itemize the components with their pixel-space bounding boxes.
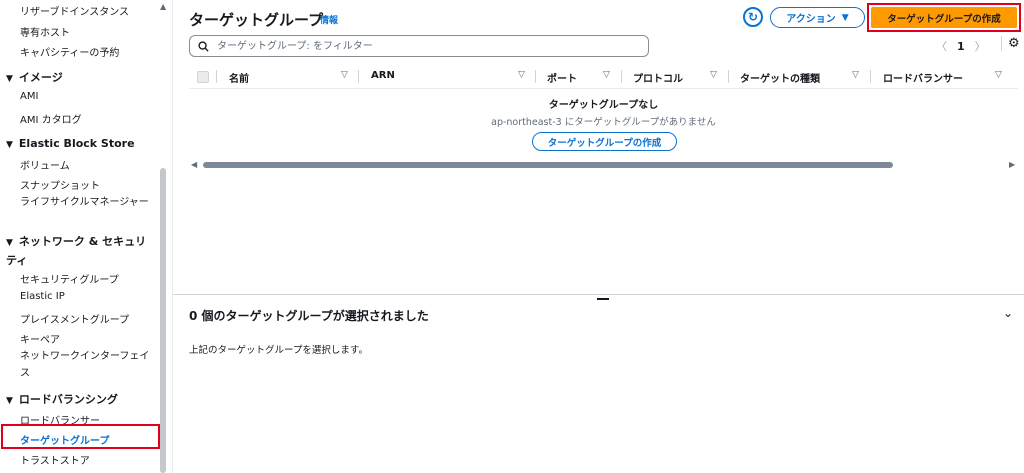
- page-number[interactable]: 1: [957, 40, 965, 53]
- sort-icon[interactable]: ▽: [995, 70, 1002, 80]
- table-header: 名前 ▽ ARN ▽ ポート ▽ プロトコル ▽ ターゲットの種類 ▽ ロードバ…: [189, 66, 1018, 89]
- scroll-up-arrow-icon[interactable]: ▲: [160, 2, 166, 11]
- detail-panel-title: 0 個のターゲットグループが選択されました: [189, 309, 429, 323]
- sidebar-item-lifecycle-manager[interactable]: ライフサイクルマネージャー: [20, 194, 150, 211]
- sort-icon[interactable]: ▽: [603, 70, 610, 80]
- column-header-port[interactable]: ポート: [547, 70, 577, 85]
- column-header-load-balancer[interactable]: ロードバランサー: [883, 70, 963, 85]
- caret-down-icon: ▼: [6, 238, 13, 248]
- column-header-arn[interactable]: ARN: [371, 70, 395, 81]
- split-panel-handle[interactable]: [597, 298, 609, 300]
- empty-create-target-group-button[interactable]: ターゲットグループの作成: [532, 132, 677, 151]
- sort-icon[interactable]: ▽: [341, 70, 348, 80]
- caret-down-icon: ▼: [6, 140, 13, 150]
- sidebar: ▲ リザーブドインスタンス 専有ホスト キャパシティーの予約 ▼ イメージ AMI…: [0, 0, 173, 473]
- caret-down-icon: ▼: [6, 74, 13, 84]
- split-panel-divider: [173, 294, 1024, 295]
- sidebar-item-snapshots[interactable]: スナップショット: [20, 177, 100, 192]
- sidebar-item-reserved-instances[interactable]: リザーブドインスタンス: [20, 3, 129, 18]
- scroll-left-arrow-icon[interactable]: ◀: [191, 160, 197, 169]
- detail-panel-description: 上記のターゲットグループを選択します。: [189, 345, 368, 356]
- sidebar-item-elastic-ip[interactable]: Elastic IP: [20, 291, 65, 302]
- sort-icon[interactable]: ▽: [710, 70, 717, 80]
- column-header-name[interactable]: 名前: [229, 70, 249, 85]
- actions-dropdown[interactable]: アクション ▼: [770, 7, 865, 28]
- sidebar-item-ami[interactable]: AMI: [20, 91, 38, 102]
- refresh-icon: ↻: [747, 10, 759, 24]
- sidebar-item-dedicated-hosts[interactable]: 専有ホスト: [20, 24, 70, 39]
- highlight-box-target-groups: [1, 424, 160, 449]
- search-box: [189, 35, 649, 57]
- sidebar-item-network-interfaces[interactable]: ネットワークインターフェイス: [20, 348, 150, 382]
- page-title: ターゲットグループ: [189, 11, 324, 29]
- select-all-checkbox[interactable]: [197, 71, 209, 83]
- sort-icon[interactable]: ▽: [852, 70, 859, 80]
- sidebar-item-security-groups[interactable]: セキュリティグループ: [20, 271, 119, 286]
- refresh-button[interactable]: ↻: [743, 7, 763, 27]
- horizontal-scrollbar[interactable]: [203, 162, 893, 168]
- sidebar-item-trust-stores[interactable]: トラストストア: [20, 452, 90, 467]
- info-link[interactable]: 情報: [320, 13, 338, 26]
- sidebar-item-capacity-reservations[interactable]: キャパシティーの予約: [20, 44, 119, 59]
- chevron-right-icon[interactable]: 〉: [975, 38, 986, 54]
- pagination: 〈 1 〉: [936, 38, 986, 54]
- column-divider: [870, 70, 871, 83]
- sidebar-section-images[interactable]: ▼ イメージ: [6, 69, 63, 85]
- sidebar-item-volumes[interactable]: ボリューム: [20, 157, 70, 172]
- sidebar-section-ebs[interactable]: ▼ Elastic Block Store: [6, 137, 135, 150]
- highlight-box-create-button: [867, 3, 1021, 32]
- scroll-right-arrow-icon[interactable]: ▶: [1009, 160, 1015, 169]
- column-divider: [728, 70, 729, 83]
- caret-down-icon: ▼: [6, 396, 13, 406]
- column-divider: [621, 70, 622, 83]
- sidebar-item-key-pairs[interactable]: キーペア: [20, 331, 60, 346]
- column-header-target-type[interactable]: ターゲットの種類: [740, 70, 820, 85]
- empty-state-description: ap-northeast-3 にターゲットグループがありません: [491, 117, 716, 128]
- chevron-left-icon[interactable]: 〈: [936, 38, 947, 54]
- caret-down-icon: ▼: [841, 12, 849, 23]
- sort-icon[interactable]: ▽: [518, 70, 525, 80]
- column-divider: [358, 70, 359, 83]
- sidebar-scrollbar[interactable]: [160, 168, 166, 473]
- chevron-down-icon[interactable]: ⌄: [1003, 306, 1013, 320]
- sidebar-item-placement-groups[interactable]: プレイスメントグループ: [20, 311, 129, 326]
- sidebar-section-load-balancing[interactable]: ▼ ロードバランシング: [6, 391, 118, 407]
- gear-icon[interactable]: ⚙: [1001, 36, 1020, 51]
- column-header-protocol[interactable]: プロトコル: [633, 70, 683, 85]
- search-icon: [198, 40, 209, 52]
- column-divider: [216, 70, 217, 83]
- empty-state-title: ターゲットグループなし: [548, 100, 659, 111]
- main-content: ターゲットグループ 情報 ↻ アクション▼ ターゲットグループの作成 〈 1 〉…: [173, 0, 1024, 473]
- sidebar-section-network-security[interactable]: ▼ ネットワーク & セキュリティ: [6, 233, 156, 269]
- search-input[interactable]: [215, 39, 639, 53]
- sidebar-item-ami-catalog[interactable]: AMI カタログ: [20, 111, 82, 126]
- column-divider: [535, 70, 536, 83]
